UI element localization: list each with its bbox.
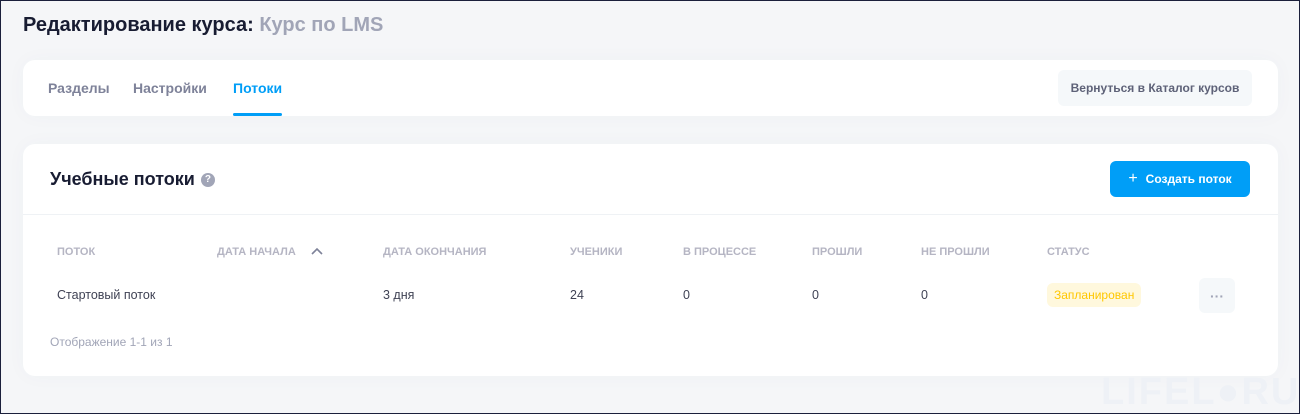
tab-sections[interactable]: Разделы — [48, 80, 110, 96]
column-header-status[interactable]: Статус — [1047, 246, 1090, 258]
column-header-end-date[interactable]: Дата окончания — [383, 246, 486, 258]
page-title: Редактирование курса: Курс по LMS — [23, 14, 384, 36]
more-actions-button[interactable]: ··· — [1199, 278, 1235, 313]
create-stream-button[interactable]: + Создать поток — [1110, 161, 1250, 197]
column-header-in-progress[interactable]: В процессе — [683, 246, 756, 258]
tabs-card: Разделы Настройки Потоки Вернуться в Кат… — [23, 60, 1278, 116]
sort-ascending-icon — [311, 247, 323, 255]
streams-card: Учебные потоки? + Создать поток Поток Дат… — [23, 144, 1278, 376]
status-badge: Запланирован — [1047, 283, 1142, 307]
course-name: Курс по LMS — [259, 14, 384, 36]
section-title: Учебные потоки? — [50, 169, 215, 190]
divider — [23, 214, 1278, 215]
column-header-failed[interactable]: Не прошли — [921, 246, 990, 258]
watermark-logo: LIFEL●RU — [1101, 371, 1300, 413]
passed-count: 0 — [812, 288, 819, 302]
students-count: 24 — [570, 288, 584, 302]
stream-name[interactable]: Стартовый поток — [57, 288, 155, 302]
tab-settings[interactable]: Настройки — [133, 80, 207, 96]
back-to-catalog-button[interactable]: Вернуться в Каталог курсов — [1058, 70, 1252, 106]
column-header-start-date[interactable]: Дата начала — [217, 246, 323, 258]
in-progress-count: 0 — [683, 288, 690, 302]
pagination-info: Отображение 1-1 из 1 — [50, 335, 173, 349]
column-header-passed[interactable]: Прошли — [812, 246, 862, 258]
end-date: 3 дня — [383, 288, 415, 302]
column-header-stream[interactable]: Поток — [57, 246, 95, 258]
help-icon[interactable]: ? — [200, 172, 215, 187]
plus-icon: + — [1128, 170, 1138, 187]
column-header-students[interactable]: Ученики — [570, 246, 622, 258]
tab-streams[interactable]: Потоки — [233, 80, 283, 116]
failed-count: 0 — [921, 288, 928, 302]
